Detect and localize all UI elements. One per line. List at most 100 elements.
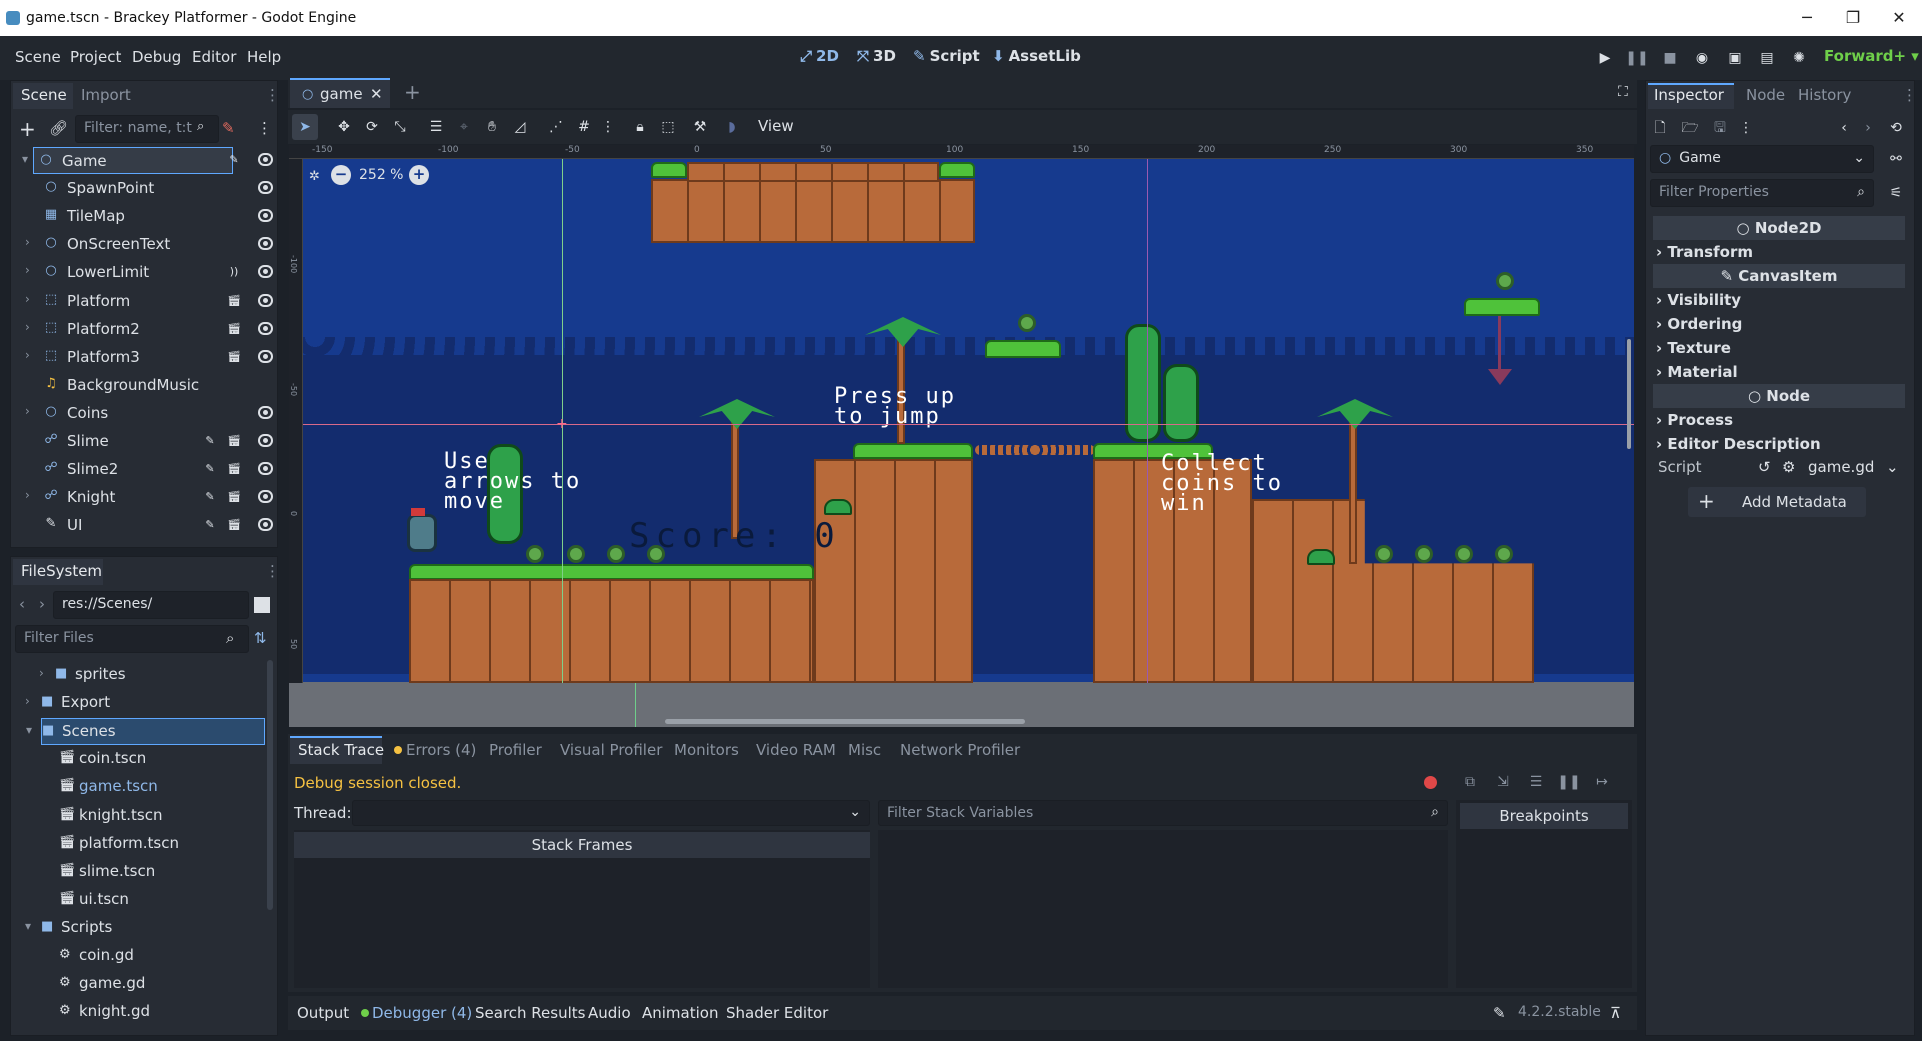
inspector-group-texture[interactable]: › Texture [1656, 339, 1731, 357]
tab-history[interactable]: History [1798, 86, 1851, 104]
tab-audio[interactable]: Audio [588, 1004, 631, 1022]
dock-menu-icon[interactable]: ⋮ [1902, 86, 1917, 104]
inspector-group-transform[interactable]: › Transform [1656, 243, 1753, 261]
save-resource-icon[interactable]: 🖫 [1708, 116, 1732, 140]
scene-node-lowerlimit[interactable]: › ○ LowerLimit [11, 259, 261, 286]
reset-script-icon[interactable]: ↺ [1758, 458, 1771, 476]
filter-stack-variables[interactable]: Filter Stack Variables ⌕ [878, 800, 1448, 826]
more-options-icon[interactable]: ⋮ [1734, 116, 1758, 140]
fs-item-game-tscn[interactable]: 🎬︎ game.tscn [11, 774, 267, 801]
scene-options-icon[interactable]: ⋮ [257, 119, 272, 137]
fs-item-slime-tscn[interactable]: 🎬︎ slime.tscn [11, 859, 267, 886]
scene-node-onscreentext[interactable]: › ○ OnScreenText [11, 231, 261, 258]
fs-item-coin-gd[interactable]: ⚙ coin.gd [11, 943, 267, 970]
expand-panel-icon[interactable]: ⊼ [1610, 1004, 1621, 1022]
fs-item-platform-tscn[interactable]: 🎬︎ platform.tscn [11, 831, 267, 858]
minimize-icon[interactable]: ─ [1784, 0, 1830, 36]
record-icon[interactable] [1424, 776, 1437, 789]
ruler-mode-icon[interactable]: ◿ [508, 115, 532, 139]
break-icon[interactable]: ❚❚ [1557, 770, 1581, 794]
play-custom-icon[interactable]: ▤ [1755, 46, 1779, 70]
movie-maker-icon[interactable]: ✺ [1787, 46, 1811, 70]
renderer-select[interactable]: Forward+ ▾ [1824, 47, 1919, 65]
forward-icon[interactable]: › [39, 595, 45, 613]
tab-debugger[interactable]: Debugger (4) [372, 1004, 472, 1022]
workspace-2d[interactable]: ⤢ 2D [800, 47, 839, 65]
maximize-icon[interactable]: ❐ [1830, 0, 1876, 36]
pan-mode-icon[interactable]: ✋︎ [480, 115, 504, 139]
tab-misc[interactable]: Misc [848, 741, 881, 759]
list-select-icon[interactable]: ☰ [424, 115, 448, 139]
view-menu[interactable]: View [758, 117, 794, 135]
scene-node-slime2[interactable]: ☍ Slime2 [11, 456, 261, 483]
close-tab-icon[interactable]: ✕ [370, 85, 383, 103]
menu-help[interactable]: Help [247, 48, 281, 66]
tab-inspector[interactable]: Inspector [1654, 86, 1724, 104]
inspector-group-editor-description[interactable]: › Editor Description [1656, 435, 1821, 453]
fs-item-ui-tscn[interactable]: 🎬︎ ui.tscn [11, 887, 267, 914]
expand-arrow-icon[interactable]: › [25, 488, 30, 502]
lock-icon[interactable]: 🔒︎ [628, 115, 652, 139]
inspector-group-visibility[interactable]: › Visibility [1656, 291, 1741, 309]
menu-project[interactable]: Project [70, 48, 121, 66]
skeleton-icon[interactable]: ⚒ [688, 115, 712, 139]
expand-arrow-icon[interactable]: › [25, 348, 30, 362]
history-back-icon[interactable]: ‹ [1832, 116, 1856, 140]
sort-icon[interactable]: ⇅ [254, 629, 267, 647]
object-tools-icon[interactable]: ⚯ [1884, 147, 1908, 171]
tab-scene[interactable]: Scene [21, 86, 67, 104]
dock-menu-icon[interactable]: ⋮ [265, 562, 280, 580]
fs-item-export[interactable]: › ■ Export [11, 690, 267, 717]
workspace-script[interactable]: ✎ Script [913, 47, 980, 65]
play-scene-icon[interactable]: ▣ [1723, 46, 1747, 70]
tab-profiler[interactable]: Profiler [489, 741, 542, 759]
expand-arrow-icon[interactable]: › [25, 235, 30, 249]
scene-node-coins[interactable]: › ○ Coins [11, 400, 261, 427]
fs-scrollbar[interactable] [267, 660, 273, 910]
dock-menu-icon[interactable]: ⋮ [265, 86, 280, 104]
tab-shader-editor[interactable]: Shader Editor [726, 1004, 828, 1022]
fs-item-knight-gd[interactable]: ⚙ knight.gd [11, 999, 267, 1026]
group-icon[interactable]: ⬚ [656, 115, 680, 139]
visibility-eye-icon[interactable] [258, 153, 273, 166]
select-mode-icon[interactable]: ➤ [293, 115, 317, 139]
add-metadata-button[interactable]: + Add Metadata [1688, 487, 1866, 517]
v-scrollbar[interactable] [1627, 339, 1631, 449]
remote-debug-icon[interactable]: ◉ [1690, 46, 1714, 70]
expand-arrow-icon[interactable]: › [25, 263, 30, 277]
tab-video-ram[interactable]: Video RAM [756, 741, 836, 759]
menu-editor[interactable]: Editor [192, 48, 236, 66]
tab-stack-trace[interactable]: Stack Trace [298, 741, 384, 759]
zoom-out-icon[interactable]: − [331, 165, 351, 185]
scene-node-slime[interactable]: ☍ Slime [11, 428, 261, 455]
inspector-group-material[interactable]: › Material [1656, 363, 1738, 381]
tab-network-profiler[interactable]: Network Profiler [900, 741, 1020, 759]
workspace-3d[interactable]: ⤧ 3D [857, 47, 896, 65]
tab-filesystem[interactable]: FileSystem [21, 562, 102, 580]
fs-item-scenes[interactable]: ▾ ■ Scenes [26, 718, 265, 746]
step-over-icon[interactable]: ☰ [1524, 770, 1548, 794]
filter-properties-input[interactable]: Filter Properties ⌕ [1650, 179, 1874, 207]
expand-arrow-icon[interactable]: ▾ [26, 723, 32, 737]
fs-item-knight-tscn[interactable]: 🎬︎ knight.tscn [11, 803, 267, 830]
rotate-mode-icon[interactable]: ⟳ [360, 115, 384, 139]
script-value[interactable]: game.gd [1808, 458, 1874, 476]
inspector-group-ordering[interactable]: › Ordering [1656, 315, 1742, 333]
back-icon[interactable]: ‹ [19, 595, 25, 613]
menu-scene[interactable]: Scene [15, 48, 61, 66]
tab-animation[interactable]: Animation [642, 1004, 718, 1022]
tab-import[interactable]: Import [81, 86, 131, 104]
expand-arrow-icon[interactable]: › [39, 666, 44, 680]
scene-node-tilemap[interactable]: ▦ TileMap [11, 203, 261, 230]
scene-node-platform2[interactable]: › ⬚ Platform2 [11, 316, 261, 343]
property-options-icon[interactable]: ⚟ [1884, 181, 1908, 205]
new-tab-icon[interactable]: + [404, 80, 421, 104]
open-resource-icon[interactable]: 🗁 [1678, 116, 1702, 140]
add-node-icon[interactable]: + [19, 117, 36, 141]
expand-arrow-icon[interactable]: › [25, 404, 30, 418]
update-spinner-icon[interactable]: ✎ [1493, 1004, 1506, 1022]
expand-arrow-icon[interactable]: › [25, 320, 30, 334]
new-resource-icon[interactable]: 🗋 [1648, 116, 1672, 140]
filter-files-input[interactable]: Filter Files [15, 625, 249, 653]
scene-node-platform3[interactable]: › ⬚ Platform3 [11, 344, 261, 371]
